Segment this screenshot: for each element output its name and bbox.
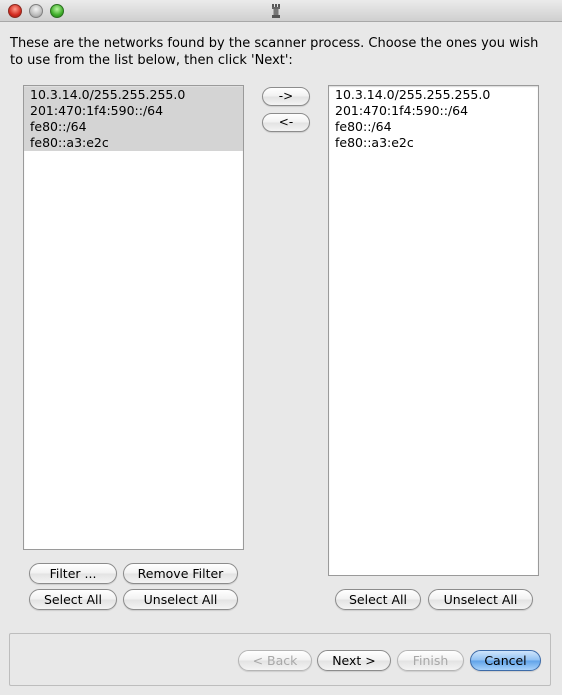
right-select-all-button[interactable]: Select All <box>335 589 421 610</box>
list-item[interactable]: 10.3.14.0/255.255.255.0 <box>329 87 538 103</box>
finish-button[interactable]: Finish <box>397 650 464 671</box>
list-item[interactable]: fe80::/64 <box>24 119 243 135</box>
remove-from-selected-button[interactable]: <- <box>262 113 310 132</box>
instructions-text: These are the networks found by the scan… <box>10 36 539 68</box>
title-bar[interactable] <box>0 0 562 22</box>
rook-icon <box>272 4 280 18</box>
zoom-window-icon[interactable] <box>50 4 64 18</box>
close-window-icon[interactable] <box>8 4 22 18</box>
cancel-button[interactable]: Cancel <box>470 650 541 671</box>
right-unselect-all-button[interactable]: Unselect All <box>428 589 533 610</box>
wizard-window: These are the networks found by the scan… <box>0 0 562 695</box>
list-item[interactable]: 201:470:1f4:590::/64 <box>24 103 243 119</box>
left-unselect-all-button[interactable]: Unselect All <box>123 589 238 610</box>
back-button[interactable]: < Back <box>238 650 312 671</box>
left-select-all-button[interactable]: Select All <box>29 589 117 610</box>
selected-networks-list[interactable]: 10.3.14.0/255.255.255.0 201:470:1f4:590:… <box>328 85 539 576</box>
filter-button[interactable]: Filter ... <box>29 563 117 584</box>
remove-filter-button[interactable]: Remove Filter <box>123 563 238 584</box>
list-item[interactable]: fe80::/64 <box>329 119 538 135</box>
add-to-selected-button[interactable]: -> <box>262 87 310 106</box>
available-networks-list[interactable]: 10.3.14.0/255.255.255.0 201:470:1f4:590:… <box>23 85 244 550</box>
minimize-window-icon[interactable] <box>29 4 43 18</box>
next-button[interactable]: Next > <box>317 650 391 671</box>
list-item[interactable]: fe80::a3:e2c <box>24 135 243 151</box>
list-item[interactable]: 10.3.14.0/255.255.255.0 <box>24 87 243 103</box>
list-item[interactable]: fe80::a3:e2c <box>329 135 538 151</box>
list-item[interactable]: 201:470:1f4:590::/64 <box>329 103 538 119</box>
